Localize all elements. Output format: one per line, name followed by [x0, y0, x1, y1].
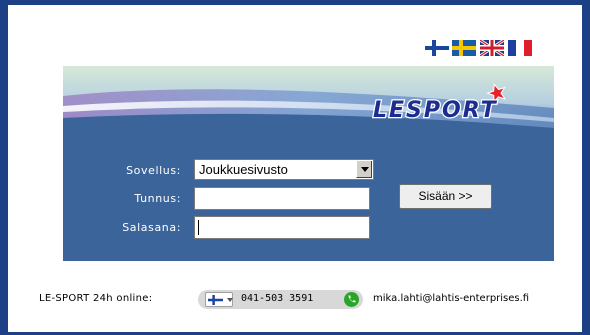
app-select-value: Joukkuesivusto — [199, 162, 288, 177]
username-label: Tunnus: — [134, 192, 181, 205]
password-field[interactable] — [194, 216, 370, 239]
france-flag-icon[interactable] — [508, 40, 532, 56]
uk-flag-icon[interactable] — [480, 40, 504, 56]
country-dropdown[interactable] — [205, 292, 233, 307]
finland-flag-icon — [208, 295, 223, 305]
dropdown-arrow-icon — [227, 298, 233, 302]
sweden-flag-icon[interactable] — [452, 40, 476, 56]
app-label: Sovellus: — [126, 164, 181, 177]
finland-flag-icon[interactable] — [425, 40, 449, 56]
username-field[interactable] — [194, 187, 370, 210]
password-label: Salasana: — [122, 221, 181, 234]
call-icon[interactable] — [344, 292, 359, 307]
svg-text:LESPORT: LESPORT — [373, 98, 498, 123]
chevron-down-icon[interactable] — [356, 161, 372, 178]
skype-phone-widget[interactable]: 041-503 3591 — [198, 290, 363, 309]
footer: LE-SPORT 24h online: 041-503 3591 mika.l… — [8, 289, 590, 311]
login-button[interactable]: Sisään >> — [399, 184, 492, 209]
app-select[interactable]: Joukkuesivusto — [194, 159, 374, 180]
login-box: LESPORT Sovellus: Joukkuesivusto Tunnus:… — [63, 66, 554, 261]
phone-number[interactable]: 041-503 3591 — [241, 293, 313, 304]
contact-email[interactable]: mika.lahti@lahtis-enterprises.fi — [373, 293, 529, 304]
footer-label: LE-SPORT 24h online: — [39, 293, 153, 304]
lesport-logo: LESPORT — [372, 83, 507, 124]
page-panel: LESPORT Sovellus: Joukkuesivusto Tunnus:… — [8, 5, 582, 332]
text-caret — [198, 220, 199, 235]
